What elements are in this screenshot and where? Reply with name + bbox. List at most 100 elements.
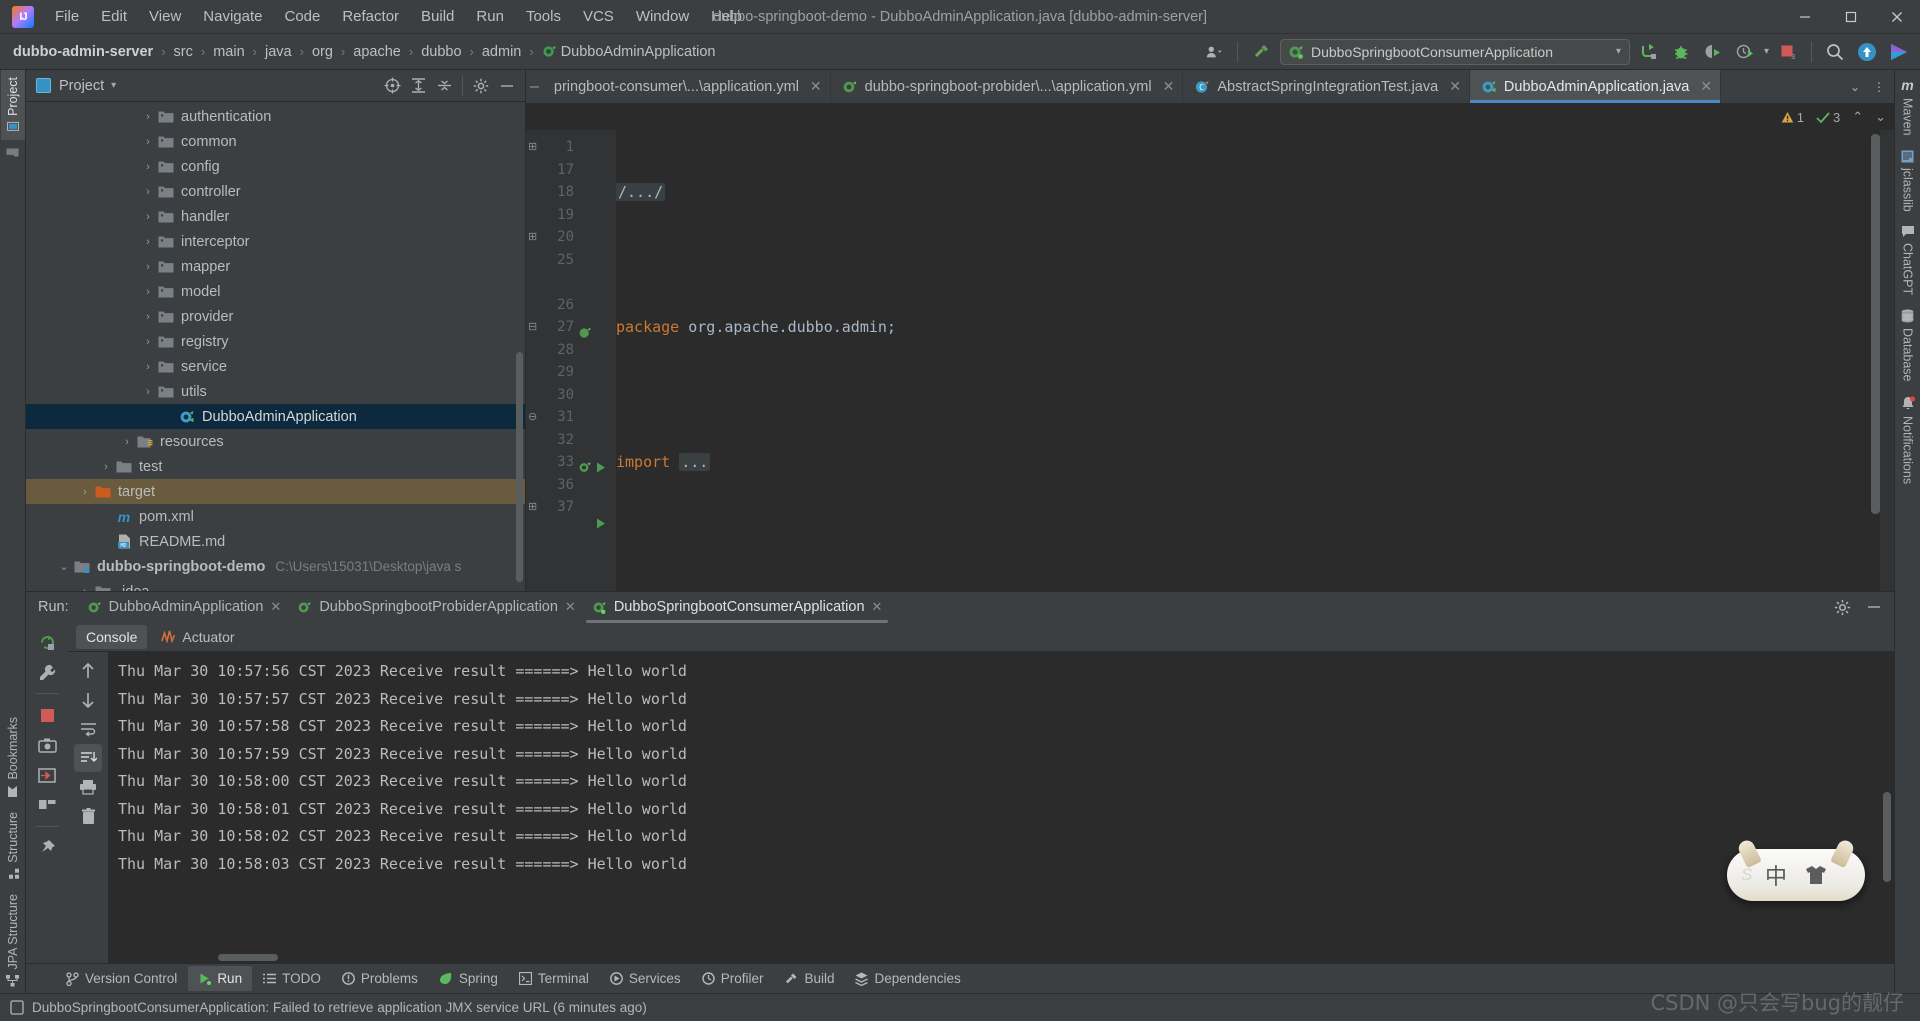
bottom-tab-profiler[interactable]: Profiler	[692, 966, 774, 991]
breadcrumb-org[interactable]: org	[307, 42, 338, 62]
debug-button[interactable]	[1668, 39, 1694, 65]
gear-icon[interactable]	[469, 74, 493, 98]
chevron-down-icon[interactable]: ▾	[111, 80, 116, 91]
source-code[interactable]: /.../ package org.apache.dubbo.admin; im…	[616, 130, 1894, 591]
tree-node-controller[interactable]: › controller	[26, 179, 525, 204]
sidebar-item-jpa-structure[interactable]: JPA Structure	[1, 887, 25, 994]
tree-node-toggle-icon[interactable]: ›	[141, 261, 155, 273]
tree-node-idea[interactable]: › .idea	[26, 579, 525, 591]
close-icon[interactable]: ✕	[1449, 78, 1461, 95]
sidebar-item-jclasslib[interactable]: jclasslib	[1896, 143, 1920, 219]
tree-node-resources[interactable]: › resources	[26, 429, 525, 454]
layout-icon[interactable]	[33, 791, 61, 819]
code-editor[interactable]: 1 17 18 19 20 25 26 27 28 29 30 31 32 33 36 37	[526, 130, 1894, 591]
tree-node-readme-md[interactable]: ›MDREADME.md	[26, 529, 525, 554]
tree-node-interceptor[interactable]: › interceptor	[26, 229, 525, 254]
balloon-icon[interactable]	[10, 1000, 24, 1015]
sidebar-item-bookmarks[interactable]: Bookmarks	[1, 710, 25, 805]
tree-node-toggle-icon[interactable]: ›	[141, 161, 155, 173]
breadcrumb-java[interactable]: java	[260, 42, 297, 62]
run-tab-probider[interactable]: DubboSpringbootProbiderApplication ✕	[289, 596, 584, 618]
spring-run-gutter-icon[interactable]	[578, 461, 592, 475]
warning-count[interactable]: 1	[1781, 110, 1804, 125]
tree-node-target[interactable]: › target	[26, 479, 525, 504]
sidebar-item-folder[interactable]	[1, 140, 24, 165]
scroll-down-icon[interactable]	[74, 686, 102, 714]
dump-threads-icon[interactable]	[33, 761, 61, 789]
tree-node-handler[interactable]: › handler	[26, 204, 525, 229]
tabs-scroll-left-icon[interactable]: –	[526, 70, 543, 103]
fold-icon[interactable]: ⊞	[528, 496, 537, 519]
editor-scrollbar[interactable]	[1871, 134, 1880, 514]
run-button[interactable]	[1636, 39, 1662, 65]
breadcrumb-class[interactable]: DubboAdminApplication	[537, 42, 721, 62]
tree-node-toggle-icon[interactable]: ›	[78, 586, 92, 592]
breadcrumb-module[interactable]: dubbo-admin-server	[8, 42, 158, 62]
close-button[interactable]	[1874, 0, 1920, 34]
spring-bean-gutter-icon[interactable]	[578, 326, 592, 340]
maximize-button[interactable]	[1828, 0, 1874, 34]
console-output[interactable]: Thu Mar 30 10:57:56 CST 2023 Receive res…	[108, 652, 1894, 963]
tab-actuator[interactable]: Actuator	[151, 625, 244, 649]
screenshot-icon[interactable]	[33, 731, 61, 759]
editor-tab-consumer-yml[interactable]: pringboot-consumer\...\application.yml ✕	[543, 70, 831, 103]
ime-skin-icon[interactable]	[1805, 865, 1827, 885]
breadcrumb-admin[interactable]: admin	[477, 42, 527, 62]
settings-wrench-icon[interactable]	[33, 658, 61, 686]
status-message[interactable]: DubboSpringbootConsumerApplication: Fail…	[32, 1000, 647, 1015]
run-tab-admin[interactable]: DubboAdminApplication ✕	[79, 596, 290, 618]
select-opened-file-icon[interactable]	[380, 74, 404, 98]
bottom-tab-build[interactable]: Build	[774, 966, 844, 991]
menu-build[interactable]: Build	[410, 4, 465, 29]
project-tree-scrollbar[interactable]	[516, 352, 523, 582]
tree-node-toggle-icon[interactable]: ›	[141, 111, 155, 123]
tree-node-toggle-icon[interactable]: ›	[141, 236, 155, 248]
run-with-coverage-button[interactable]	[1700, 39, 1726, 65]
code-usages-hint[interactable]: 3 usages	[616, 586, 1894, 591]
run-line-gutter-icon[interactable]	[594, 461, 607, 474]
editor-marker-bar[interactable]	[1880, 130, 1894, 591]
tree-node-authentication[interactable]: › authentication	[26, 104, 525, 129]
tree-node-test[interactable]: › test	[26, 454, 525, 479]
fold-icon[interactable]: ⊟	[528, 316, 537, 339]
fold-icon[interactable]: ⊖	[528, 406, 537, 429]
project-tree[interactable]: › authentication › common › config › controller…	[26, 102, 525, 591]
run-tab-consumer[interactable]: DubboSpringbootConsumerApplication ✕	[584, 596, 891, 623]
run-configuration-selector[interactable]: DubboSpringbootConsumerApplication ▾	[1279, 38, 1630, 65]
tree-node-toggle-icon[interactable]: ›	[120, 436, 134, 448]
tree-node-toggle-icon[interactable]: ›	[141, 186, 155, 198]
close-icon[interactable]: ✕	[270, 599, 281, 615]
ime-floating-widget[interactable]: S 中	[1727, 849, 1865, 901]
tree-node-toggle-icon[interactable]: ›	[141, 211, 155, 223]
tree-node-pom-xml[interactable]: ›mpom.xml	[26, 504, 525, 529]
tree-node-toggle-icon[interactable]: ›	[141, 336, 155, 348]
editor-tab-probider-yml[interactable]: dubbo-springboot-probider\...\applicatio…	[831, 70, 1184, 103]
menu-window[interactable]: Window	[625, 4, 700, 29]
menu-vcs[interactable]: VCS	[572, 4, 625, 29]
fold-icon[interactable]: ⊞	[528, 136, 537, 159]
editor-tab-abstract-test[interactable]: C AbstractSpringIntegrationTest.java ✕	[1183, 70, 1470, 103]
menu-tools[interactable]: Tools	[515, 4, 572, 29]
clear-all-icon[interactable]	[74, 802, 102, 830]
tree-node-toggle-icon[interactable]: ›	[141, 361, 155, 373]
menu-code[interactable]: Code	[273, 4, 331, 29]
bottom-tab-services[interactable]: Services	[600, 966, 691, 991]
scroll-up-icon[interactable]	[74, 657, 102, 685]
chevron-down-icon[interactable]: ▾	[1764, 46, 1769, 57]
menu-edit[interactable]: Edit	[90, 4, 138, 29]
inspection-widget[interactable]: 1 3 ⌃ ⌄	[526, 104, 1894, 130]
tree-node-toggle-icon[interactable]: ›	[141, 386, 155, 398]
tree-node-registry[interactable]: › registry	[26, 329, 525, 354]
bottom-tab-spring[interactable]: Spring	[429, 966, 508, 991]
close-icon[interactable]: ✕	[810, 78, 822, 95]
check-count[interactable]: 3	[1816, 110, 1840, 125]
tree-node-toggle-icon[interactable]: ⌄	[57, 560, 71, 573]
tree-node-dubbo-springboot-demo[interactable]: ⌄ dubbo-springboot-demo C:\Users\15031\Des…	[26, 554, 525, 579]
next-problem-icon[interactable]: ⌄	[1875, 109, 1886, 125]
bottom-tab-run[interactable]: Run	[188, 966, 253, 991]
menu-run[interactable]: Run	[465, 4, 515, 29]
stop-icon[interactable]	[33, 701, 61, 729]
profiler-button[interactable]	[1732, 39, 1758, 65]
tree-node-toggle-icon[interactable]: ›	[141, 136, 155, 148]
tree-node-dubboadminapplication[interactable]: ›DubboAdminApplication	[26, 404, 525, 429]
